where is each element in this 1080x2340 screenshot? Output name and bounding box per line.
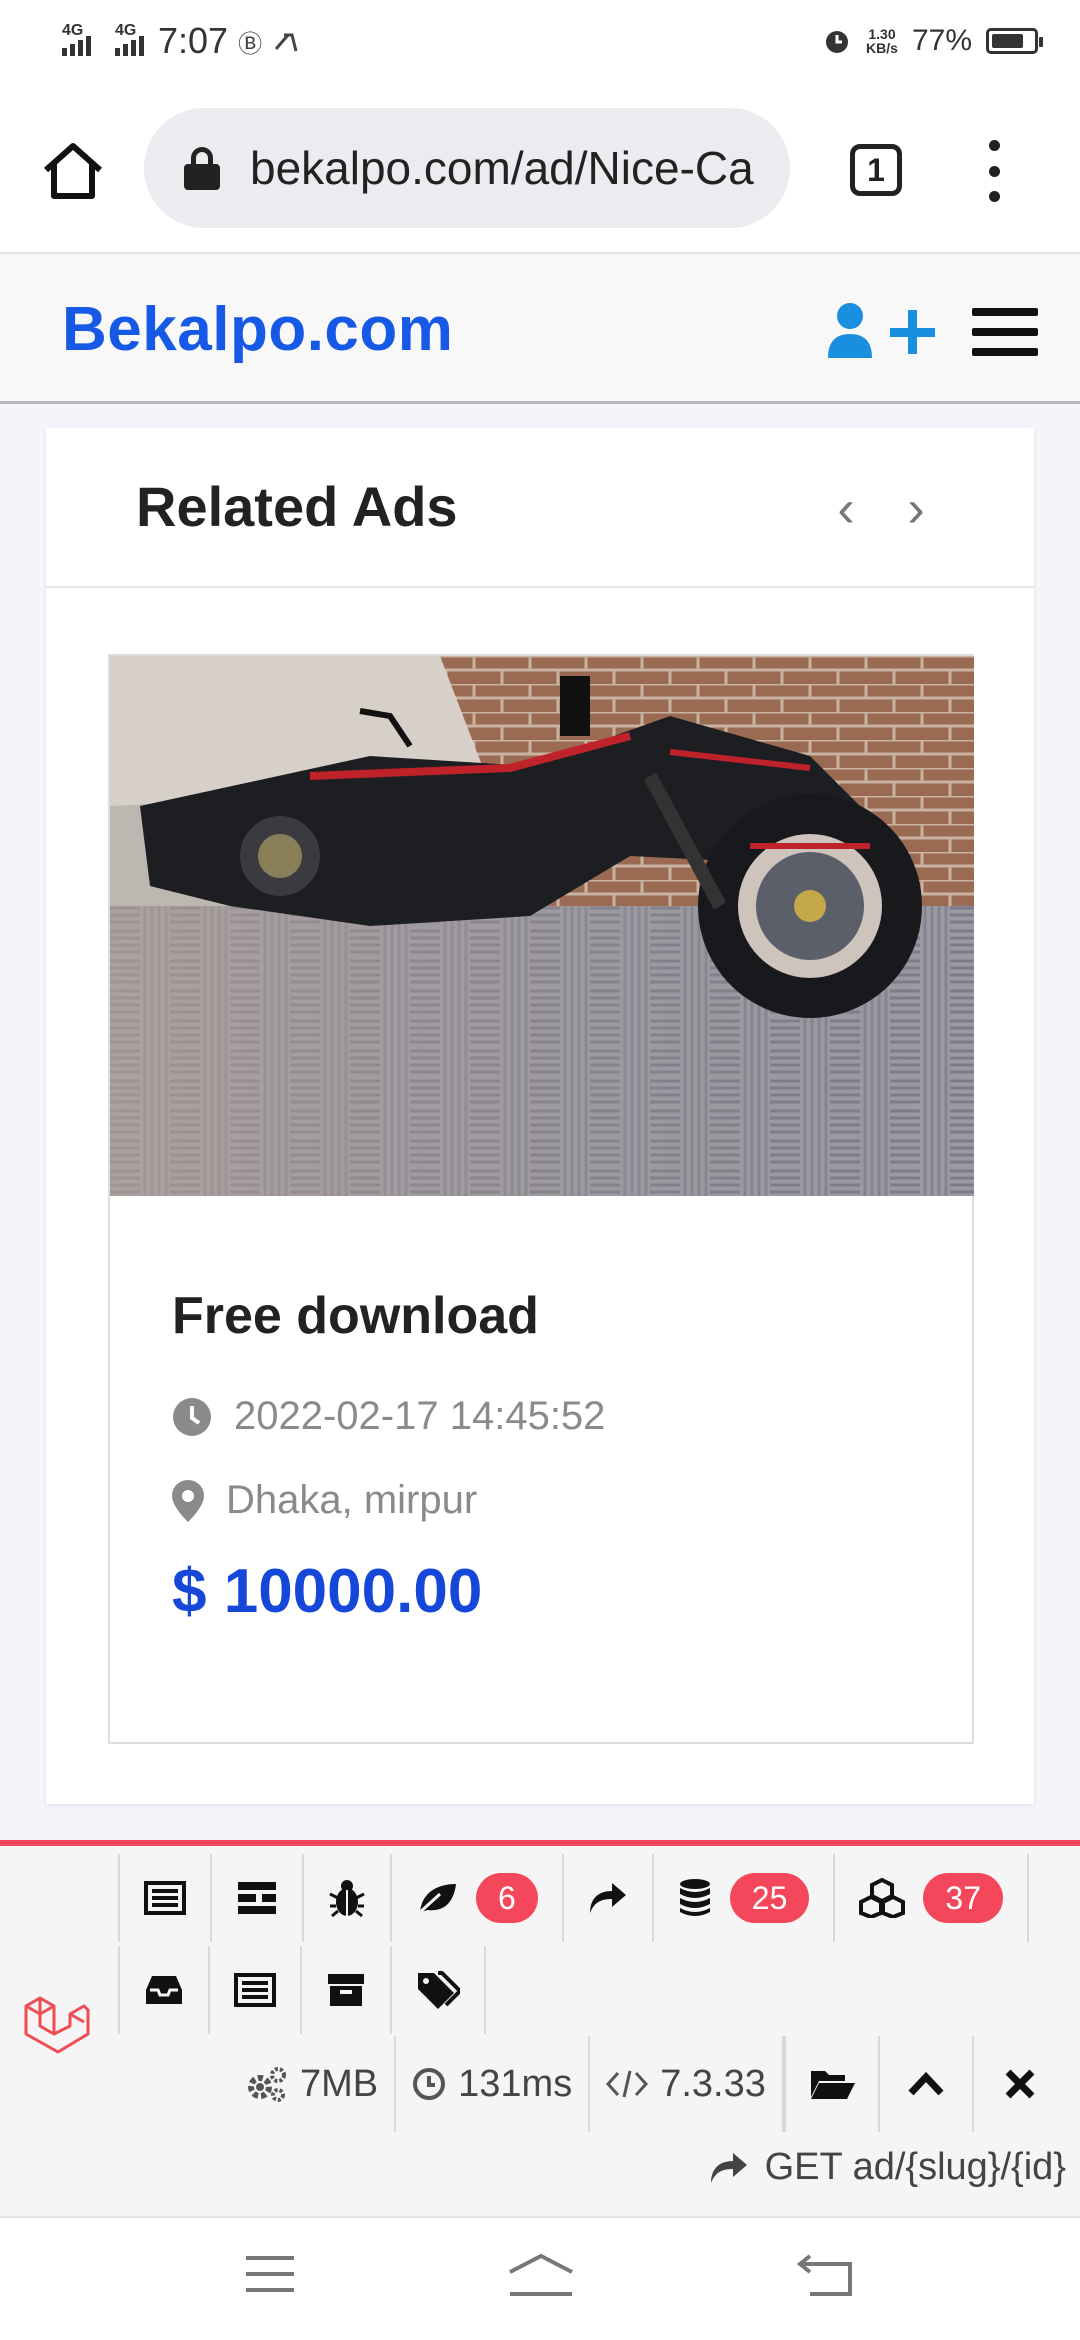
site-header: Bekalpo.com	[0, 256, 1080, 404]
related-ads-header: Related Ads ‹ ›	[46, 428, 1034, 588]
ad-image[interactable]	[110, 656, 974, 1196]
ad-location-text: Dhaka, mirpur	[226, 1478, 478, 1522]
ad-date-text: 2022-02-17 14:45:52	[234, 1394, 606, 1438]
status-bar: 4G 4G 7:07 Ⓑ 1.30 KB/s 77%	[0, 0, 1080, 86]
debug-tab-timeline[interactable]	[212, 1854, 304, 1942]
share-icon	[589, 1883, 626, 1913]
ad-title[interactable]: Free download	[172, 1286, 539, 1346]
debug-bar: 6 25 37 7MB 131ms 7.3.33 GET ad/{slug}/{…	[0, 1840, 1080, 2214]
list-alt-icon	[144, 1881, 186, 1915]
menu-hamburger-icon[interactable]	[972, 308, 1038, 356]
cubes-icon	[859, 1878, 906, 1918]
ad-date: 2022-02-17 14:45:52	[172, 1394, 605, 1439]
debug-tabs-row: 6 25 37	[118, 1854, 1029, 1942]
ad-location: Dhaka, mirpur	[172, 1478, 477, 1523]
debug-memory[interactable]: 7MB	[230, 2036, 397, 2132]
list-alt-icon	[234, 1973, 276, 2007]
php-version-value: 7.3.33	[660, 2062, 766, 2105]
site-logo[interactable]: Bekalpo.com	[62, 294, 453, 365]
browser-toolbar: bekalpo.com/ad/Nice-Ca 1	[0, 86, 1080, 254]
ad-card[interactable]: Free download 2022-02-17 14:45:52 Dhaka,…	[108, 654, 974, 1744]
views-count-badge: 6	[476, 1873, 538, 1923]
user-add-icon[interactable]	[824, 300, 940, 360]
more-options-icon[interactable]	[984, 140, 1004, 202]
alarm-icon	[826, 31, 849, 53]
battery-percent: 77%	[911, 24, 972, 57]
system-navigation-bar	[0, 2216, 1080, 2340]
section-title: Related Ads	[136, 475, 458, 538]
queries-count-badge: 25	[729, 1873, 810, 1923]
inbox-icon	[146, 1976, 182, 2004]
debug-stats-row: 7MB 131ms 7.3.33	[230, 2036, 1066, 2132]
related-ads-section: Related Ads ‹ › Free download 2022-02-17…	[46, 428, 1034, 1804]
tags-icon	[418, 1971, 460, 2009]
map-marker-icon	[172, 1479, 204, 1522]
signal-icon: 4G	[62, 22, 91, 56]
back-nav-icon[interactable]	[796, 2252, 854, 2298]
clock-icon	[173, 1397, 211, 1436]
debug-close-button[interactable]	[971, 2036, 1066, 2132]
debug-tab-exceptions[interactable]	[304, 1854, 392, 1942]
debug-tab-mails[interactable]	[118, 1946, 210, 2034]
close-icon	[1005, 2069, 1035, 2099]
recent-apps-icon[interactable]	[244, 2252, 296, 2296]
clock: 7:07	[158, 20, 229, 61]
tab-switcher-button[interactable]: 1	[850, 144, 902, 196]
address-bar[interactable]: bekalpo.com/ad/Nice-Ca	[144, 108, 790, 228]
debug-minimize-button[interactable]	[877, 2036, 972, 2132]
duration-value: 131ms	[458, 2062, 573, 2105]
call-forward-icon	[274, 33, 298, 52]
carousel-prev-button[interactable]: ‹	[826, 483, 866, 535]
route-text: GET ad/{slug}/{id}	[764, 2146, 1066, 2188]
debug-tab-messages[interactable]	[118, 1854, 212, 1942]
signal-icon: 4G	[115, 22, 144, 56]
archive-icon	[328, 1974, 364, 2006]
debug-duration[interactable]: 131ms	[396, 2036, 591, 2132]
b-notification-icon: Ⓑ	[238, 30, 263, 58]
code-icon	[606, 2070, 649, 2098]
battery-icon	[986, 28, 1043, 54]
debug-tab-request[interactable]	[392, 1946, 486, 2034]
debug-tabs-row-2	[118, 1946, 486, 2034]
models-count-badge: 37	[923, 1873, 1003, 1923]
clock-icon	[413, 2068, 446, 2100]
network-type: 4G	[115, 22, 137, 39]
carousel-next-button[interactable]: ›	[896, 483, 936, 535]
debug-tab-models[interactable]: 37	[835, 1854, 1029, 1942]
debug-tab-queries[interactable]: 25	[654, 1854, 836, 1942]
chevron-up-icon	[908, 2071, 944, 2096]
database-icon	[679, 1879, 710, 1916]
bug-icon	[329, 1880, 365, 1918]
share-icon	[710, 2152, 747, 2183]
memory-value: 7MB	[300, 2062, 379, 2105]
debug-tab-route[interactable]	[564, 1854, 654, 1942]
debug-route-info[interactable]: GET ad/{slug}/{id}	[709, 2146, 1066, 2189]
debug-tab-views[interactable]: 6	[392, 1854, 564, 1942]
debug-open-button[interactable]	[783, 2036, 878, 2132]
laravel-logo-icon[interactable]	[22, 1990, 92, 2060]
ad-price: $ 10000.00	[172, 1557, 483, 1626]
cogs-icon	[248, 2067, 286, 2102]
debug-php-version[interactable]: 7.3.33	[590, 2036, 784, 2132]
folder-open-icon	[810, 2071, 855, 2099]
url-text: bekalpo.com/ad/Nice-Ca	[250, 142, 754, 194]
tasks-icon	[238, 1882, 276, 1914]
debug-tab-session[interactable]	[302, 1946, 392, 2034]
home-nav-icon[interactable]	[506, 2252, 576, 2298]
network-speed: 1.30 KB/s	[866, 26, 898, 56]
leaf-icon	[416, 1884, 456, 1916]
network-type: 4G	[62, 22, 84, 39]
debug-tab-logs[interactable]	[210, 1946, 302, 2034]
home-icon[interactable]	[40, 138, 106, 204]
lock-icon	[184, 147, 220, 190]
